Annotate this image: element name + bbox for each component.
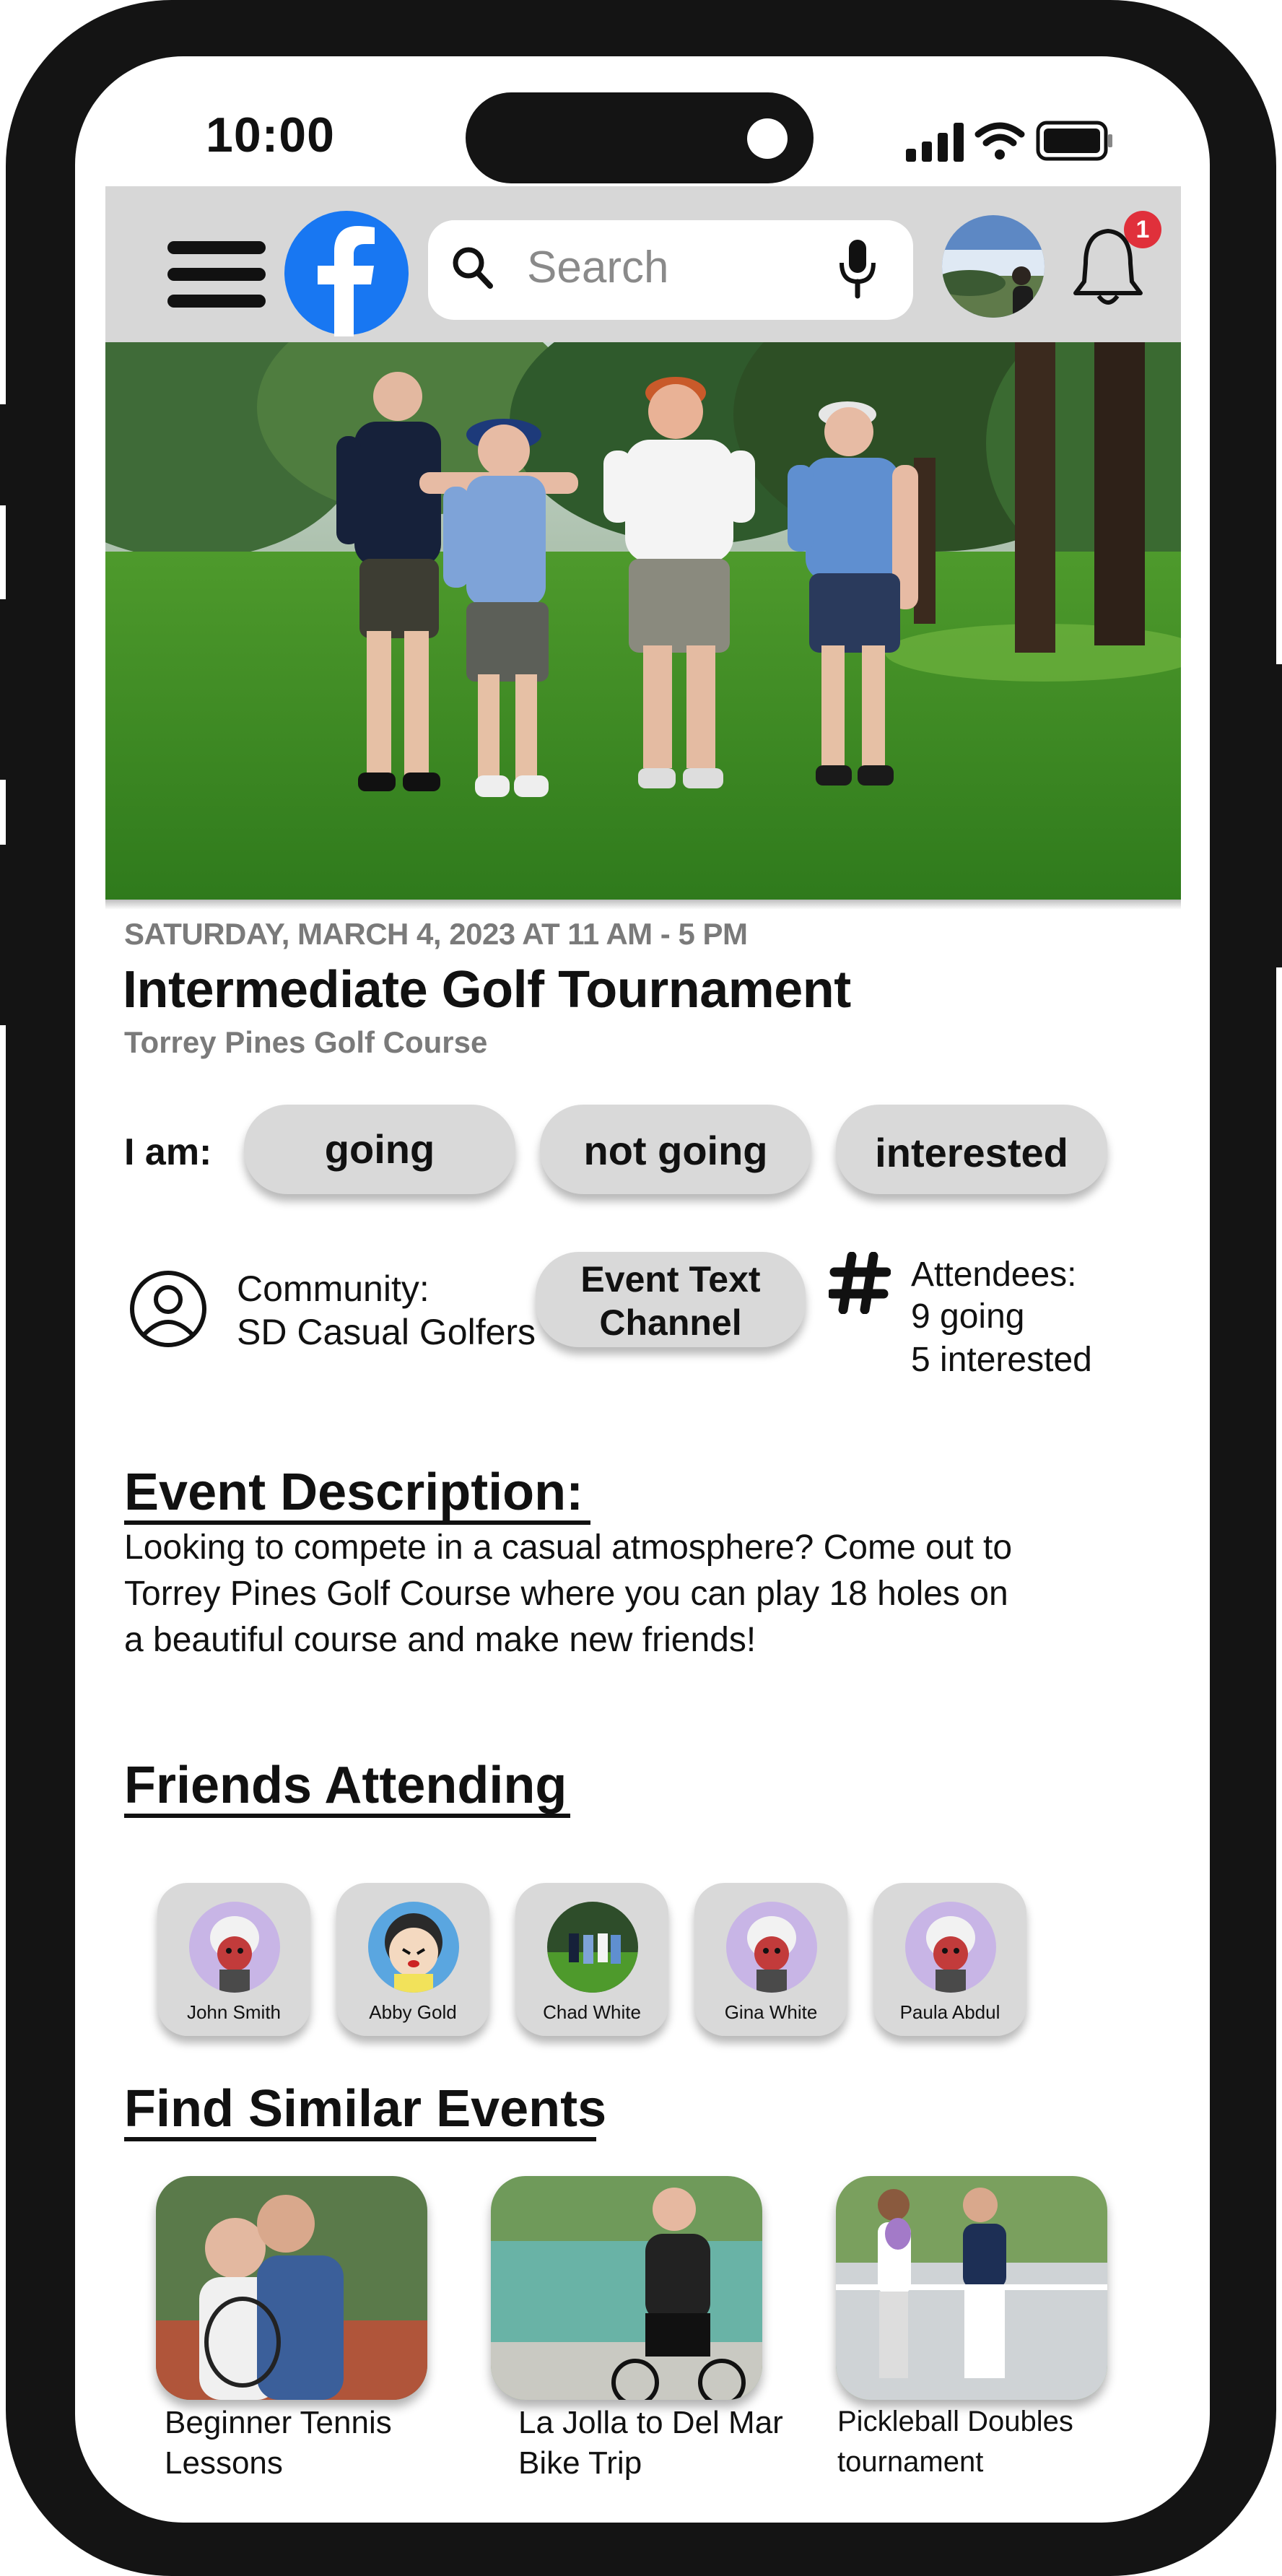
facebook-logo-icon[interactable] bbox=[283, 209, 410, 336]
friend-name: Chad White bbox=[543, 2001, 641, 2023]
similar-event-title-line: Bike Trip bbox=[518, 2445, 642, 2481]
event-location[interactable]: Torrey Pines Golf Course bbox=[124, 1025, 487, 1060]
status-time: 10:00 bbox=[206, 108, 335, 162]
power-button bbox=[1272, 664, 1282, 967]
channel-label-line1: Event Text bbox=[580, 1259, 761, 1300]
heading-underline bbox=[124, 2137, 596, 2141]
heading-underline bbox=[124, 1814, 570, 1818]
similar-event-title-line: Lessons bbox=[165, 2445, 283, 2481]
friend-card[interactable]: Gina White bbox=[694, 1883, 847, 2036]
friend-name: Paula Abdul bbox=[899, 2001, 1000, 2023]
hamburger-menu-icon[interactable] bbox=[167, 238, 266, 310]
volume-down-button bbox=[0, 845, 10, 1025]
status-icons bbox=[906, 121, 1112, 162]
cellular-signal-icon bbox=[906, 123, 964, 162]
friend-avatar bbox=[726, 1902, 817, 1993]
friend-card[interactable]: Abby Gold bbox=[336, 1883, 489, 2036]
battery-icon bbox=[1036, 121, 1112, 161]
friends-heading: Friends Attending bbox=[124, 1757, 567, 1814]
similar-event-tennis-title[interactable]: Beginner Tennis Lessons bbox=[165, 2403, 392, 2484]
friend-avatar bbox=[368, 1902, 459, 1993]
dynamic-island bbox=[466, 92, 814, 183]
attendees-interested-count[interactable]: 5 interested bbox=[911, 1340, 1092, 1380]
friend-card[interactable]: Paula Abdul bbox=[873, 1883, 1026, 2036]
friend-name: John Smith bbox=[186, 2001, 282, 2023]
similar-event-title-line: La Jolla to Del Mar bbox=[518, 2405, 783, 2440]
profile-avatar[interactable] bbox=[941, 214, 1046, 319]
description-line: Looking to compete in a casual atmospher… bbox=[124, 1528, 1013, 1567]
similar-event-pickleball-title[interactable]: Pickleball Doubles tournament bbox=[837, 2401, 1073, 2482]
similar-events-heading: Find Similar Events bbox=[124, 2080, 607, 2138]
description-heading: Event Description: bbox=[124, 1463, 584, 1521]
similar-event-title-line: Beginner Tennis bbox=[165, 2405, 392, 2440]
notification-count-badge: 1 bbox=[1124, 211, 1161, 248]
similar-event-title-line: tournament bbox=[837, 2446, 984, 2478]
community-name[interactable]: SD Casual Golfers bbox=[237, 1311, 536, 1353]
hashtag-icon bbox=[829, 1252, 891, 1314]
event-cover-photo bbox=[105, 342, 1181, 901]
search-input[interactable]: Search bbox=[527, 242, 668, 293]
rsvp-not-going-button[interactable]: not going bbox=[540, 1105, 811, 1194]
microphone-icon[interactable] bbox=[837, 238, 878, 299]
similar-event-pickleball-image[interactable] bbox=[836, 2176, 1107, 2400]
action-button bbox=[0, 404, 10, 505]
friend-card[interactable]: Chad White bbox=[515, 1883, 668, 2036]
similar-event-bike-image[interactable] bbox=[491, 2176, 762, 2400]
friend-avatar bbox=[547, 1902, 638, 1993]
event-title: Intermediate Golf Tournament bbox=[123, 961, 851, 1019]
description-line: a beautiful course and make new friends! bbox=[124, 1621, 756, 1659]
rsvp-going-button[interactable]: going bbox=[244, 1105, 515, 1194]
attendees-label: Attendees: bbox=[911, 1256, 1077, 1294]
similar-event-title-line: Pickleball Doubles bbox=[837, 2406, 1073, 2437]
description-line: Torrey Pines Golf Course where you can p… bbox=[124, 1575, 1008, 1613]
friend-name: Gina White bbox=[724, 2001, 818, 2023]
rsvp-interested-button[interactable]: interested bbox=[836, 1105, 1107, 1194]
friend-card[interactable]: John Smith bbox=[157, 1883, 310, 2036]
description-text: Looking to compete in a casual atmospher… bbox=[124, 1525, 1012, 1663]
image-shadow bbox=[105, 900, 1181, 910]
search-icon bbox=[453, 247, 493, 289]
friend-avatar bbox=[905, 1902, 996, 1993]
volume-up-button bbox=[0, 599, 10, 780]
rsvp-label: I am: bbox=[124, 1131, 212, 1173]
community-user-icon[interactable] bbox=[128, 1269, 208, 1349]
friend-name: Abby Gold bbox=[369, 2001, 457, 2023]
event-text-channel-button[interactable]: Event Text Channel bbox=[536, 1252, 806, 1347]
attendees-going-count[interactable]: 9 going bbox=[911, 1297, 1024, 1336]
community-label: Community: bbox=[237, 1269, 429, 1309]
wifi-icon bbox=[974, 122, 1025, 160]
similar-event-tennis-image[interactable] bbox=[156, 2176, 427, 2400]
similar-event-bike-title[interactable]: La Jolla to Del Mar Bike Trip bbox=[518, 2403, 783, 2484]
channel-label-line2: Channel bbox=[599, 1302, 742, 1343]
friend-avatar bbox=[189, 1902, 280, 1993]
event-date: SATURDAY, MARCH 4, 2023 AT 11 AM - 5 PM bbox=[124, 917, 748, 951]
